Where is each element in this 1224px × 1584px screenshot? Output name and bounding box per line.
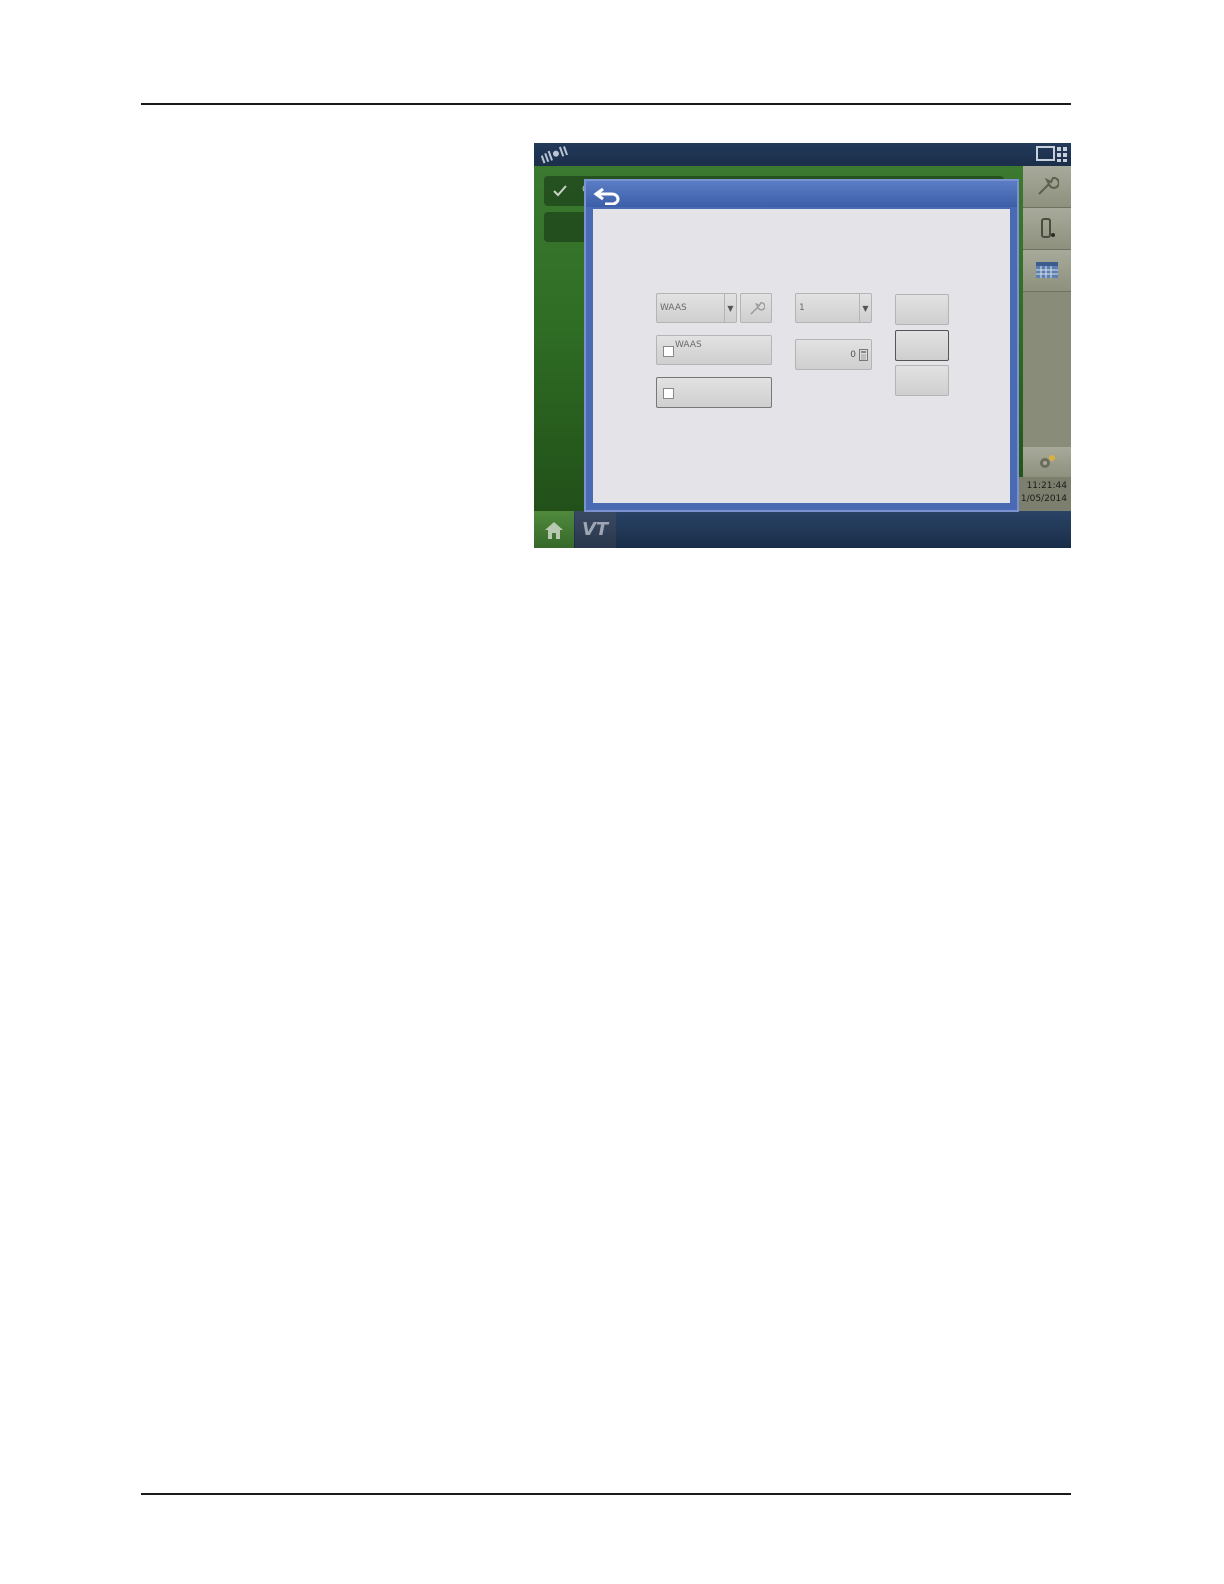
waas-checkbox[interactable] [663,346,674,357]
wrench-icon [750,302,765,315]
layout-icon[interactable] [1036,145,1068,163]
device-button[interactable] [1023,208,1071,250]
dialog-header [586,181,1017,207]
chevron-down-icon: ▼ [859,294,871,322]
clock-date: 1/05/2014 [1020,494,1067,504]
dialog-body: WAAS ▼ WAAS 1 ▼ 0 [593,209,1010,503]
option-checkbox-button[interactable] [656,377,772,408]
header-rule [141,103,1071,105]
wrench-icon [1038,176,1059,195]
correction-source-value: WAAS [660,303,687,313]
waas-checkbox-label: WAAS [675,340,702,350]
calculator-icon[interactable] [859,349,868,361]
action-button-2[interactable] [895,330,949,361]
right-toolbar [1023,166,1071,511]
bottom-bar: VT [534,511,1071,548]
configure-button[interactable] [740,293,772,323]
numeric-input[interactable]: 0 [795,339,872,370]
numeric-value: 0 [850,350,856,360]
home-button[interactable] [534,511,574,548]
gps-signal-icon [540,146,568,164]
settings-gear-icon [1040,455,1055,468]
device-icon [1041,218,1055,238]
gps-settings-dialog: WAAS ▼ WAAS 1 ▼ 0 [584,179,1019,512]
top-status-bar [534,143,1071,166]
calendar-grid-icon [1036,262,1058,278]
option-checkbox[interactable] [663,388,674,399]
back-icon[interactable] [593,185,623,205]
channel-dropdown[interactable]: 1 ▼ [795,293,872,323]
action-button-3[interactable] [895,365,949,396]
channel-value: 1 [799,303,805,313]
correction-source-dropdown[interactable]: WAAS ▼ [656,293,737,323]
home-icon [545,522,563,539]
vt-button[interactable]: VT [575,511,616,548]
clock-time: 11:21:44 [1026,481,1067,491]
waas-checkbox-button[interactable]: WAAS [656,335,772,365]
settings-button[interactable] [1023,447,1071,478]
footer-rule [141,1493,1071,1495]
calendar-button[interactable] [1023,250,1071,292]
vt-label: VT [582,519,609,540]
check-icon [553,185,567,197]
action-button-1[interactable] [895,294,949,325]
clock-readout: 11:21:44 1/05/2014 [1017,477,1071,511]
chevron-down-icon: ▼ [724,294,736,322]
tools-button[interactable] [1023,166,1071,208]
display-screenshot: G 1 [534,143,1071,548]
